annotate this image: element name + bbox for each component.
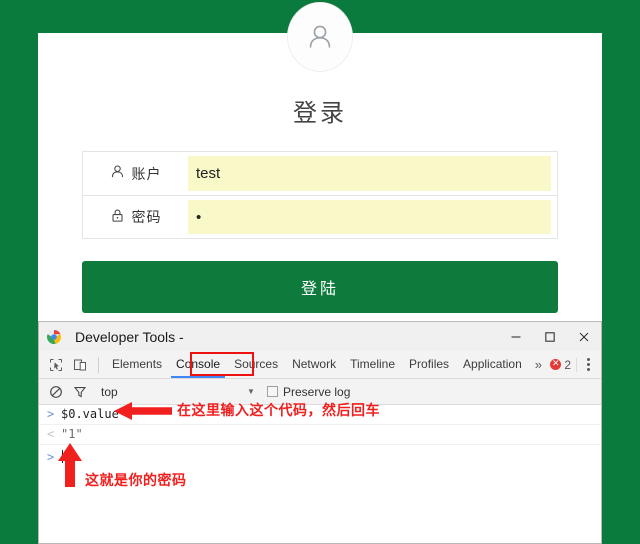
error-circle-icon: ✕ [550,359,562,370]
page-title: 登录 [293,99,347,127]
tab-profiles[interactable]: Profiles [402,351,456,378]
annotation-this-is-your-password: 这就是你的密码 [85,473,187,489]
chrome-devtools-logo-icon [46,329,62,345]
annotation-enter-code-here: 在这里输入这个代码，然后回车 [177,403,380,419]
console-row: < "1" [39,425,601,445]
window-controls [499,322,601,351]
console-output-text: "1" [61,427,83,441]
avatar [288,3,352,71]
device-toolbar-icon[interactable] [68,353,92,377]
tab-sources[interactable]: Sources [227,351,285,378]
console-context-selector[interactable]: top [101,385,118,399]
console-input-text: $0.value [61,407,119,421]
password-field-group: 密码 • [82,195,558,239]
error-count-badge[interactable]: ✕ 2 [550,357,577,372]
user-avatar-icon [303,20,337,54]
tab-network[interactable]: Network [285,351,343,378]
tabbar-right-controls: ✕ 2 [550,351,597,378]
tab-elements[interactable]: Elements [105,351,169,378]
inspect-element-icon[interactable] [44,353,68,377]
error-count-label: 2 [564,357,571,372]
console-output-marker: < [47,427,55,441]
console-prompt-row[interactable]: > [39,445,601,468]
tab-console[interactable]: Console [169,351,227,378]
password-input[interactable]: • [188,200,551,234]
user-icon [110,164,125,183]
minimize-icon[interactable] [499,322,533,351]
account-input[interactable]: test [188,156,551,191]
arrow-left-icon [112,400,174,427]
tab-application[interactable]: Application [456,351,529,378]
filter-funnel-icon[interactable] [68,380,92,404]
devtools-titlebar: Developer Tools - [39,322,601,351]
lock-icon [110,208,125,227]
password-label-text: 密码 [131,210,162,226]
maximize-icon[interactable] [533,322,567,351]
checkbox-box[interactable] [267,386,278,397]
preserve-log-checkbox[interactable]: Preserve log [267,385,350,399]
devtools-window: Developer Tools - Elements Console Sourc… [38,321,602,544]
devtools-window-title: Developer Tools - [75,328,184,345]
devtools-menu-icon[interactable] [579,354,597,376]
account-field-group: 账户 test [82,151,558,195]
submit-login-button[interactable]: 登陆 [82,261,558,313]
toolbar-divider [98,356,99,373]
password-label: 密码 [83,196,188,238]
arrow-up-icon [56,441,84,494]
account-label-text: 账户 [131,166,162,183]
tab-timeline[interactable]: Timeline [343,351,402,378]
chevron-down-icon[interactable]: ▼ [247,387,255,396]
console-input-marker: > [47,407,55,421]
close-icon[interactable] [567,322,601,351]
more-tabs-icon[interactable]: » [529,357,548,372]
clear-console-icon[interactable] [44,380,68,404]
preserve-log-label: Preserve log [283,384,351,399]
devtools-tabbar: Elements Console Sources Network Timelin… [39,351,601,379]
account-label: 账户 [83,152,188,195]
